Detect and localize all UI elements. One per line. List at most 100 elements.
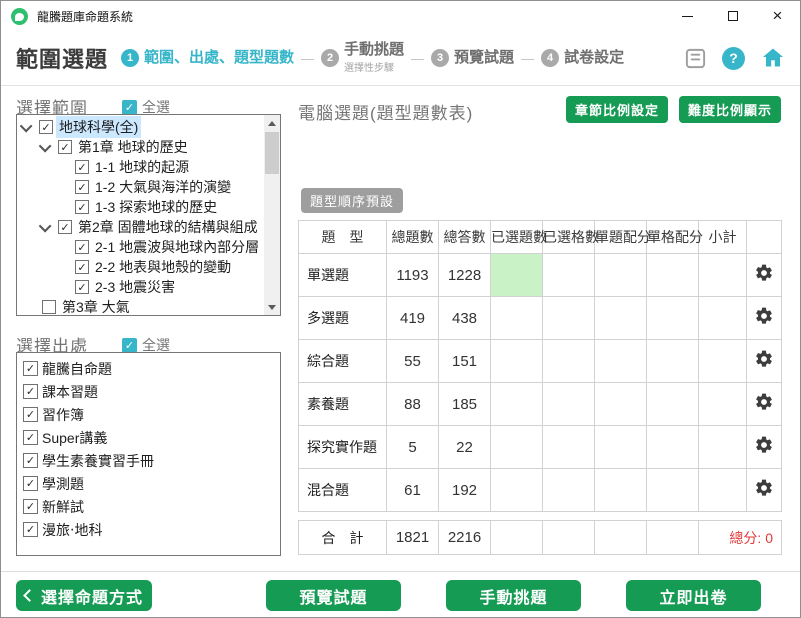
step-4[interactable]: 4 試卷設定 xyxy=(541,49,624,67)
home-button[interactable] xyxy=(760,46,786,70)
tree-item[interactable]: 2-2 地表與地殼的變動 xyxy=(17,257,264,277)
checkbox-checked[interactable] xyxy=(23,499,38,514)
difficulty-ratio-button[interactable]: 難度比例顯示 xyxy=(679,96,781,123)
row-settings-button[interactable] xyxy=(747,340,782,383)
selected-questions-input[interactable] xyxy=(491,254,543,297)
checkbox-checked[interactable] xyxy=(75,160,89,174)
selected-questions-cell[interactable] xyxy=(491,297,543,340)
checkbox-checked[interactable] xyxy=(23,476,38,491)
source-item-label[interactable]: 漫旅‧地科 xyxy=(42,520,102,540)
source-item-label[interactable]: Super講義 xyxy=(42,428,107,448)
source-item[interactable]: 學生素養實習手冊 xyxy=(23,449,280,472)
selected-cells-cell[interactable] xyxy=(543,254,595,297)
maximize-button[interactable] xyxy=(710,1,755,31)
points-per-question-cell[interactable] xyxy=(595,254,647,297)
checkbox-checked[interactable] xyxy=(23,522,38,537)
tree-item[interactable]: 1-1 地球的起源 xyxy=(17,157,264,177)
points-per-cell-cell[interactable] xyxy=(647,469,699,512)
points-per-question-cell[interactable] xyxy=(595,340,647,383)
help-button[interactable] xyxy=(722,47,745,70)
generate-paper-button[interactable]: 立即出卷 xyxy=(626,580,761,611)
tree-item[interactable]: 1-2 大氣與海洋的演變 xyxy=(17,177,264,197)
selected-cells-cell[interactable] xyxy=(543,426,595,469)
step-2[interactable]: 2 手動挑題 選擇性步驟 xyxy=(321,42,404,74)
preview-questions-button[interactable]: 預覽試題 xyxy=(266,580,401,611)
manual-pick-button[interactable]: 手動挑題 xyxy=(446,580,581,611)
checkbox-checked[interactable] xyxy=(75,280,89,294)
source-item[interactable]: 新鮮試 xyxy=(23,495,280,518)
tree-item-label[interactable]: 1-1 地球的起源 xyxy=(92,156,192,178)
tree-item-label[interactable]: 第2章 固體地球的結構與組成 xyxy=(75,216,261,238)
chevron-down-icon[interactable] xyxy=(39,139,52,152)
checkbox-checked[interactable] xyxy=(75,200,89,214)
tree-item[interactable]: 2-3 地震災害 xyxy=(17,277,264,297)
tree-scrollbar[interactable] xyxy=(264,115,280,315)
selected-cells-cell[interactable] xyxy=(543,383,595,426)
source-item-label[interactable]: 課本習題 xyxy=(42,382,98,402)
checkbox-checked[interactable] xyxy=(75,180,89,194)
tree-item[interactable]: 第1章 地球的歷史 xyxy=(17,137,264,157)
source-item[interactable]: 龍騰自命題 xyxy=(23,357,280,380)
tree-item-label[interactable]: 2-2 地表與地殼的變動 xyxy=(92,256,234,278)
points-per-cell-cell[interactable] xyxy=(647,297,699,340)
selected-questions-cell[interactable] xyxy=(491,340,543,383)
tree-item-label[interactable]: 地球科學(全) xyxy=(56,116,141,138)
source-item-label[interactable]: 龍騰自命題 xyxy=(42,359,112,379)
selected-questions-cell[interactable] xyxy=(491,426,543,469)
tree-item-label[interactable]: 1-3 探索地球的歷史 xyxy=(92,196,220,218)
source-item-label[interactable]: 學生素養實習手冊 xyxy=(42,451,154,471)
step-1[interactable]: 1 範圍、出處、題型題數 xyxy=(121,49,294,67)
scrollbar-thumb[interactable] xyxy=(265,132,279,174)
selected-cells-cell[interactable] xyxy=(543,469,595,512)
row-settings-button[interactable] xyxy=(747,383,782,426)
source-item[interactable]: 漫旅‧地科 xyxy=(23,518,280,541)
step-3[interactable]: 3 預覽試題 xyxy=(431,49,514,67)
source-item-label[interactable]: 學測題 xyxy=(42,474,84,494)
tree-item-label[interactable]: 2-1 地震波與地球內部分層 xyxy=(92,236,262,258)
checkbox-checked[interactable] xyxy=(58,140,72,154)
selected-cells-cell[interactable] xyxy=(543,340,595,383)
save-button[interactable] xyxy=(684,47,707,70)
points-per-cell-cell[interactable] xyxy=(647,340,699,383)
checkbox-checked[interactable] xyxy=(23,407,38,422)
chevron-down-icon[interactable] xyxy=(39,219,52,232)
back-to-method-button[interactable]: 選擇命題方式 xyxy=(16,580,152,611)
tree-item[interactable]: 地球科學(全) xyxy=(17,117,264,137)
checkbox-checked[interactable] xyxy=(23,430,38,445)
points-per-cell-cell[interactable] xyxy=(647,254,699,297)
checkbox-checked[interactable] xyxy=(58,220,72,234)
points-per-question-cell[interactable] xyxy=(595,469,647,512)
minimize-button[interactable] xyxy=(665,1,710,31)
checkbox-checked[interactable] xyxy=(23,361,38,376)
selected-questions-cell[interactable] xyxy=(491,383,543,426)
points-per-question-cell[interactable] xyxy=(595,426,647,469)
tree-item[interactable]: 2-1 地震波與地球內部分層 xyxy=(17,237,264,257)
tree-item[interactable]: 第2章 固體地球的結構與組成 xyxy=(17,217,264,237)
checkbox-checked[interactable] xyxy=(23,453,38,468)
points-per-cell-cell[interactable] xyxy=(647,426,699,469)
source-item[interactable]: 課本習題 xyxy=(23,380,280,403)
points-per-question-cell[interactable] xyxy=(595,383,647,426)
tree-item-label[interactable]: 2-3 地震災害 xyxy=(92,276,178,298)
points-per-cell-cell[interactable] xyxy=(647,383,699,426)
tree-item-label[interactable]: 第3章 大氣 xyxy=(59,296,133,315)
checkbox-checked[interactable] xyxy=(75,260,89,274)
source-item[interactable]: Super講義 xyxy=(23,426,280,449)
row-settings-button[interactable] xyxy=(747,254,782,297)
close-button[interactable] xyxy=(755,1,800,31)
checkbox-checked[interactable] xyxy=(75,240,89,254)
tree-item[interactable]: 第3章 大氣 xyxy=(17,297,264,315)
tree-item[interactable]: 1-3 探索地球的歷史 xyxy=(17,197,264,217)
source-item[interactable]: 學測題 xyxy=(23,472,280,495)
scroll-up-icon[interactable] xyxy=(264,115,280,131)
chapter-ratio-button[interactable]: 章節比例設定 xyxy=(566,96,668,123)
chevron-down-icon[interactable] xyxy=(20,119,33,132)
source-item[interactable]: 習作簿 xyxy=(23,403,280,426)
tree-item-label[interactable]: 1-2 大氣與海洋的演變 xyxy=(92,176,234,198)
source-item-label[interactable]: 習作簿 xyxy=(42,405,84,425)
row-settings-button[interactable] xyxy=(747,469,782,512)
selected-questions-cell[interactable] xyxy=(491,469,543,512)
row-settings-button[interactable] xyxy=(747,297,782,340)
points-per-question-cell[interactable] xyxy=(595,297,647,340)
tree-item-label[interactable]: 第1章 地球的歷史 xyxy=(75,136,191,158)
